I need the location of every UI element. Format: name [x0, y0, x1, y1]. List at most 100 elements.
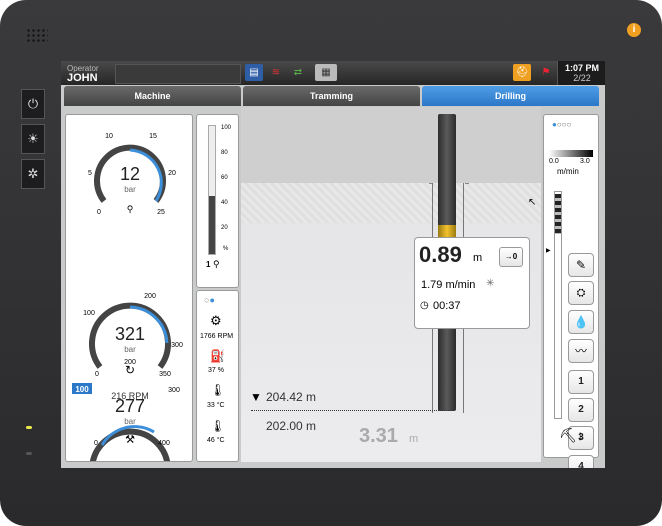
keypad-button[interactable]: ▦ — [315, 64, 337, 81]
device-frame: i ⏻ ☀ ✲ Operator JOHN ▤ ≋ ⇄ ▦ ⛑ ⚑ 1:07 P… — [0, 0, 662, 526]
gauge3-unit: bar — [124, 417, 136, 426]
gauge1-tick: 0 — [97, 209, 101, 216]
status-led — [26, 426, 32, 429]
power-button[interactable]: ⏻ — [21, 89, 45, 119]
level-tick: 60 — [221, 175, 228, 181]
gauge3-tick: 0 — [94, 440, 98, 447]
speaker-grille — [26, 28, 48, 42]
hole-length-unit: m — [409, 433, 419, 445]
top-bar: Operator JOHN ▤ ≋ ⇄ ▦ ⛑ ⚑ 1:07 PM 2/22 — [61, 61, 605, 85]
status-display — [115, 64, 241, 84]
preset-button-2[interactable]: 2 — [568, 398, 594, 422]
gauge3-tick: 300 — [168, 387, 180, 394]
hole-length: 3.31 — [359, 425, 398, 447]
level-tick: % — [223, 246, 229, 252]
gauge2-tick: 100 — [83, 310, 95, 317]
drill-depth-unit: m — [473, 252, 483, 264]
operator-name: JOHN — [67, 72, 98, 84]
setpoint-value: 100 — [75, 385, 89, 394]
edit-button[interactable]: ✎ — [568, 253, 594, 277]
drill-time: 00:37 — [433, 300, 461, 312]
coolant-temp: 33 °C — [207, 402, 225, 409]
lower-drill-icon[interactable]: ⛏↓ — [559, 427, 584, 444]
current-depth: 204.42 m — [266, 390, 317, 404]
brightness-up-button[interactable]: ☀ — [21, 124, 45, 154]
network-icon[interactable]: ⇄ — [289, 64, 307, 81]
busy-spinner-icon: ✳ — [486, 278, 495, 289]
gauge2-unit: bar — [124, 345, 136, 354]
engine-icon: ⚙ — [210, 313, 222, 328]
page-dots-right[interactable]: ●○○○ — [552, 120, 571, 129]
radio-signal-icon[interactable]: ≋ — [267, 64, 285, 81]
clock-time: 1:07 PM — [564, 63, 599, 73]
oil-temp: 46 °C — [207, 437, 225, 444]
cursor-icon: ↖ — [528, 197, 537, 208]
oil-temp-icon: 🌡 — [210, 419, 226, 433]
info-indicator-icon: i — [627, 23, 641, 37]
level-tick: 100 — [221, 125, 232, 131]
target-depth-line — [251, 410, 451, 411]
gauge3-value: 277 — [115, 396, 145, 416]
preset-button-4[interactable]: 4 — [568, 455, 594, 468]
water-flushing-button[interactable]: 💧 — [568, 310, 594, 334]
depth-icon: ▼ — [250, 390, 262, 404]
operator-warning-icon[interactable]: ⛑ — [513, 64, 531, 81]
drill-view: ▼ 204.42 m 202.00 m 3.31 m 0.89 m →0 1.7… — [241, 107, 541, 462]
feed-pressure-gauge: 321 bar 0 100 200 300 350 ↻ 216 RPM — [83, 293, 183, 401]
level-track — [208, 125, 216, 255]
brightness-down-button[interactable]: ✲ — [21, 159, 45, 189]
level-tick: 40 — [221, 200, 228, 206]
drill-rig-icon: ⛭ — [576, 287, 586, 299]
engine-panel: ○● ⚙ 1766 RPM ⛽ 37 % 🌡 33 °C 🌡 46 °C — [196, 290, 239, 462]
gauge2-value: 321 — [115, 324, 145, 344]
gauge1-tick: 25 — [157, 209, 165, 216]
air-flushing-button[interactable]: 〰 — [568, 339, 594, 363]
gauge1-tick: 10 — [105, 133, 113, 140]
pencil-icon: ✎ — [575, 258, 587, 272]
penetration-rate: 1.79 m/min — [421, 279, 476, 291]
flushing-small-icon: ⚲ — [213, 259, 220, 269]
gauge3-tick: 200 — [124, 359, 136, 366]
display-mode-icon[interactable]: ▤ — [245, 64, 263, 81]
drill-mode-button[interactable]: ⛭ — [568, 281, 594, 305]
gauge2-tick: 200 — [144, 293, 156, 300]
drill-depth: 0.89 — [419, 242, 462, 267]
tab-tramming[interactable]: Tramming — [243, 86, 420, 106]
gauge1-tick: 20 — [168, 170, 176, 177]
level-tick: 20 — [221, 225, 228, 231]
tab-machine[interactable]: Machine — [64, 86, 241, 106]
gauge1-unit: bar — [124, 185, 136, 194]
gauge3-tick: 400 — [158, 440, 170, 447]
legend-max: 3.0 — [580, 158, 590, 165]
alarm-flag-icon[interactable]: ⚑ — [537, 64, 555, 81]
gauge1-tick: 5 — [88, 170, 92, 177]
water-drop-icon: 💧 — [573, 315, 589, 329]
profile-pointer-icon: ▶ — [546, 248, 551, 254]
flushing-level-panel: 100 80 60 40 20 % 1 ⚲ — [196, 114, 239, 288]
status-led-off — [26, 452, 32, 455]
preset-button-1[interactable]: 1 — [568, 370, 594, 394]
gauge1-value: 12 — [120, 164, 140, 184]
pressure-gauges-panel: 12 bar 0 5 10 15 20 25 ⚲ 321 bar 0 100 2… — [65, 114, 193, 468]
level-fill — [209, 196, 215, 254]
engine-rpm: 1766 RPM — [200, 333, 234, 340]
gauge2-tick: 300 — [171, 342, 183, 349]
profile-fill — [555, 194, 561, 234]
timer-icon: ◷ — [420, 300, 429, 311]
screen: Operator JOHN ▤ ≋ ⇄ ▦ ⛑ ⚑ 1:07 PM 2/22 M… — [61, 61, 605, 468]
gauge2-tick: 350 — [159, 371, 171, 378]
gauge1-tick: 15 — [149, 133, 157, 140]
clock: 1:07 PM 2/22 — [557, 61, 605, 85]
depth-profile-bar — [554, 191, 562, 419]
fuel-level: 37 % — [208, 367, 224, 374]
drill-info-popup: 0.89 m →0 1.79 m/min ✳ ◷ 00:37 — [414, 237, 530, 329]
level-label: 1 — [206, 260, 211, 269]
tab-drilling[interactable]: Drilling — [422, 86, 599, 106]
reset-depth-button[interactable]: →0 — [499, 247, 523, 267]
hole-marker — [465, 183, 469, 184]
wave-icon: 〰 — [574, 344, 587, 358]
clock-date: 2/22 — [573, 73, 591, 83]
legend-unit: m/min — [557, 167, 579, 176]
coolant-temp-icon: 🌡 — [210, 383, 226, 397]
page-dots[interactable]: ○● — [204, 295, 215, 305]
